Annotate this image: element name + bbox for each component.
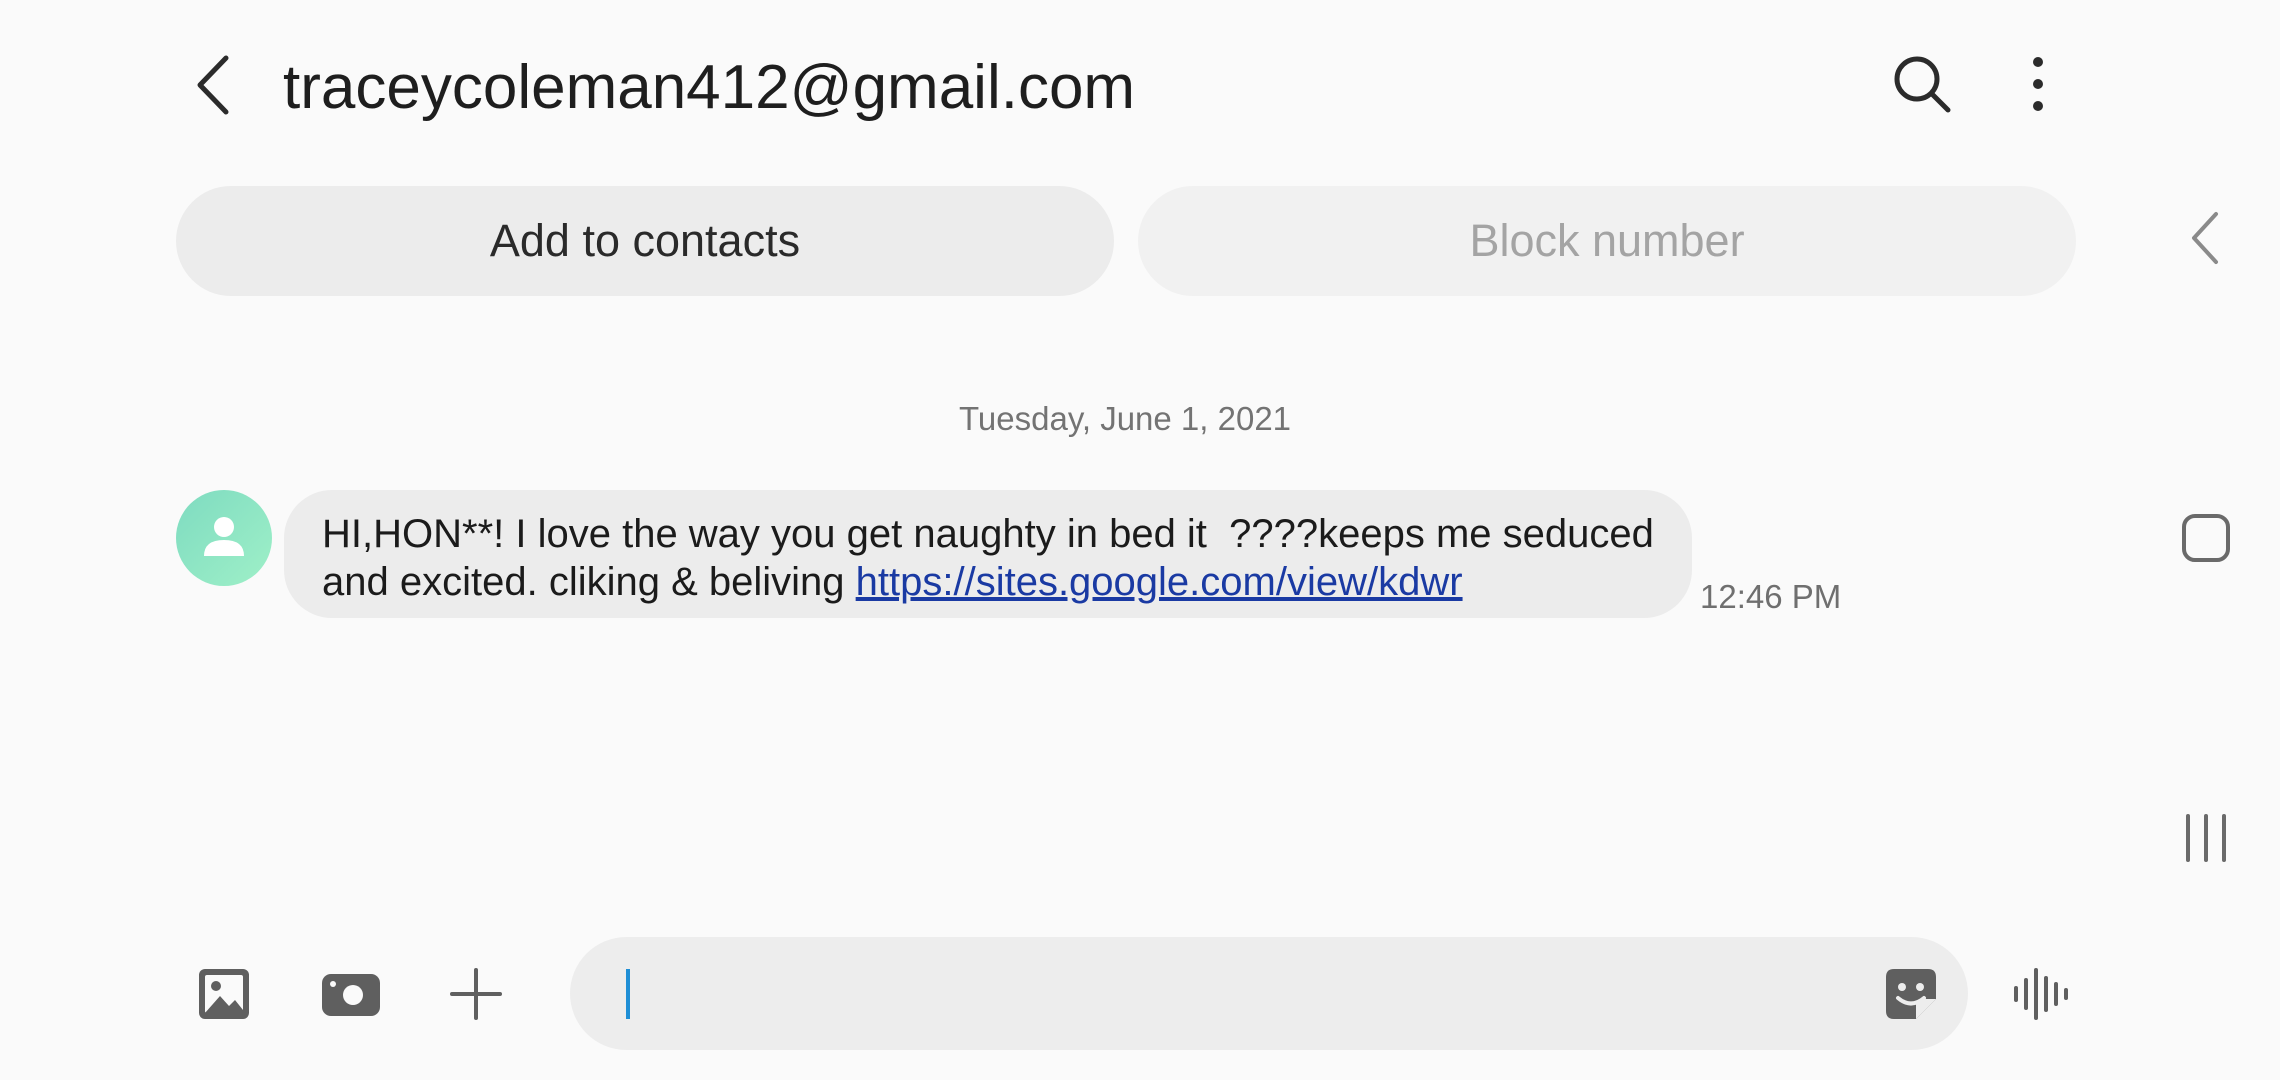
- message-text-line: and excited. cliking & beliving https://…: [322, 558, 1654, 606]
- search-icon: [1894, 56, 1951, 113]
- message-text: and excited. cliking & beliving: [322, 560, 856, 604]
- message-composer[interactable]: [570, 937, 1968, 1050]
- back-button[interactable]: [190, 50, 240, 120]
- search-button[interactable]: [1890, 52, 1954, 116]
- edge-panel-handle[interactable]: [2188, 210, 2222, 266]
- attach-button[interactable]: [448, 966, 504, 1022]
- gallery-icon: [199, 969, 249, 1019]
- voice-record-button[interactable]: [2012, 966, 2074, 1022]
- person-icon: [204, 517, 244, 556]
- recent-apps-icon: [2186, 814, 2226, 862]
- date-separator: Tuesday, June 1, 2021: [958, 400, 1292, 437]
- camera-icon: [322, 974, 380, 1016]
- nav-recents-button[interactable]: [2180, 810, 2232, 866]
- gallery-button[interactable]: [196, 966, 252, 1022]
- block-number-button[interactable]: Block number: [1138, 186, 2076, 296]
- camera-button[interactable]: [320, 968, 382, 1020]
- avatar[interactable]: [176, 490, 272, 586]
- conversation-title: traceycoleman412@gmail.com: [283, 53, 1136, 122]
- message-link[interactable]: https://sites.google.com/view/kdwr: [856, 560, 1463, 604]
- sticker-icon: [1886, 969, 1936, 1019]
- voice-icon: [2014, 968, 2068, 1020]
- message-input[interactable]: [626, 967, 1826, 1021]
- rounded-square-icon: [2182, 514, 2230, 562]
- plus-icon: [450, 968, 502, 1020]
- add-to-contacts-button[interactable]: Add to contacts: [176, 186, 1114, 296]
- message-text-line: HI,HON**! I love the way you get naughty…: [322, 512, 1654, 556]
- nav-home-button[interactable]: [2180, 512, 2232, 564]
- sticker-button[interactable]: [1884, 967, 1938, 1021]
- chevron-left-icon: [2192, 212, 2218, 264]
- more-options-button[interactable]: [2018, 52, 2058, 116]
- more-options-icon: [2033, 57, 2043, 111]
- message-bubble[interactable]: HI,HON**! I love the way you get naughty…: [284, 490, 1692, 618]
- back-arrow-icon: [197, 55, 229, 115]
- message-timestamp: 12:46 PM: [1700, 578, 1842, 615]
- text-cursor: [626, 969, 630, 1019]
